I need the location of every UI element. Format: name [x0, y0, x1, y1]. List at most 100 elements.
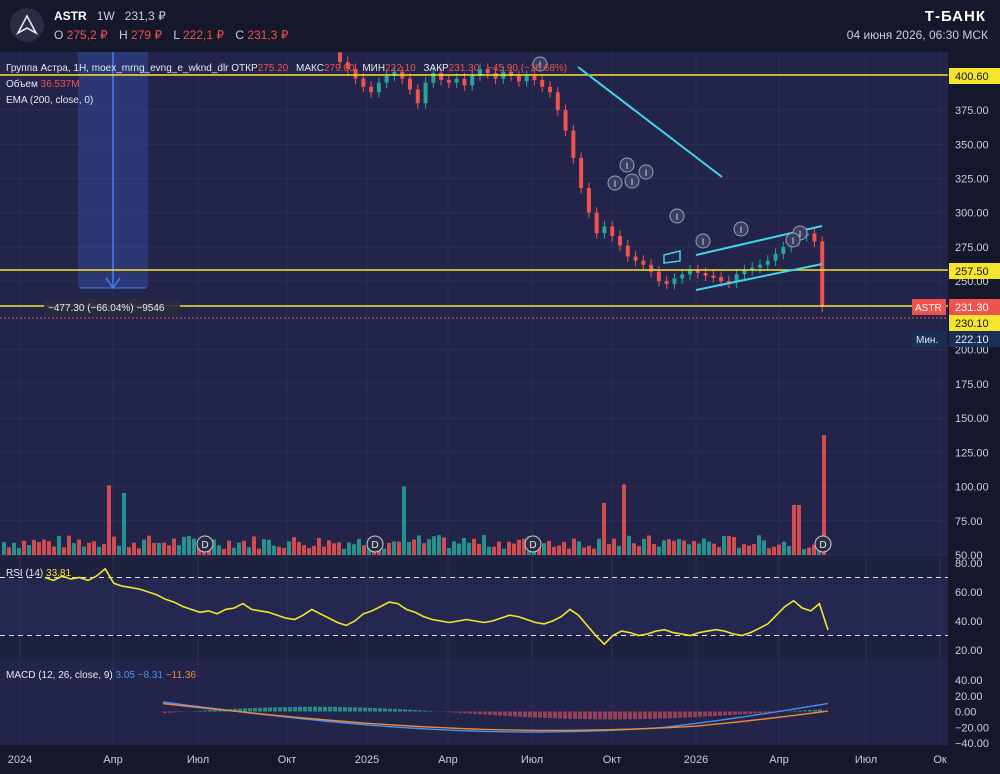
volume-bar: [497, 541, 501, 555]
volume-legend: Объем 36.537M: [6, 78, 80, 90]
volume-bar: [467, 542, 471, 555]
macd-hist: [703, 711, 707, 717]
macd-legend: MACD (12, 26, close, 9) 3.05 −8.31 −11.3…: [6, 670, 196, 681]
macd-hist: [548, 711, 552, 719]
volume-bar: [642, 538, 646, 555]
volume-bar: [262, 539, 266, 555]
volume-bar: [417, 535, 421, 555]
volume-bar: [227, 540, 231, 555]
candle: [781, 246, 786, 254]
volume-bar: [112, 536, 116, 555]
event-label: I: [702, 237, 705, 247]
volume-bar: [807, 547, 811, 555]
volume-bar: [67, 535, 71, 555]
volume-bar: [97, 546, 101, 555]
macd-hist: [453, 711, 457, 713]
macd-hist: [268, 707, 272, 712]
macd-hist: [293, 706, 297, 712]
price-chart[interactable]: D D D DIIIIIII III −477.30 (−66.04%) −9546 Г…: [0, 52, 1000, 774]
volume-bar: [592, 548, 596, 555]
macd-hist: [458, 711, 462, 713]
volume-bar: [552, 546, 556, 555]
dividend-label: D: [371, 540, 378, 551]
volume-bar: [187, 536, 191, 555]
macd-hist: [578, 711, 582, 720]
volume-bar: [682, 540, 686, 555]
event-label: I: [631, 177, 634, 187]
event-label: I: [792, 236, 795, 246]
rsi-tick: 80.00: [955, 558, 983, 570]
volume-bar: [662, 540, 666, 555]
price-tick: 300.00: [955, 208, 989, 220]
x-tick: Апр: [438, 754, 457, 766]
macd-hist: [448, 711, 452, 713]
volume-bar: [257, 548, 261, 555]
macd-hist: [533, 711, 537, 718]
volume-bar: [427, 539, 431, 555]
volume-bar: [582, 547, 586, 555]
measure-label: −477.30 (−66.04%) −9546: [48, 303, 165, 314]
volume-bar: [462, 538, 466, 555]
macd-hist: [818, 709, 822, 712]
macd-hist: [258, 707, 262, 712]
event-label: I: [614, 179, 617, 189]
volume-bar: [762, 540, 766, 555]
candle: [439, 73, 444, 80]
x-tick: 2026: [684, 754, 708, 766]
volume-bar: [62, 547, 66, 555]
macd-hist: [658, 711, 662, 719]
volume-bar: [397, 541, 401, 555]
candle: [454, 78, 459, 83]
price-tick: 275.00: [955, 242, 989, 254]
ticker-tag: ASTR: [915, 303, 942, 314]
macd-hist: [733, 711, 737, 715]
candle: [610, 226, 615, 237]
volume-bar: [567, 548, 571, 555]
macd-hist: [388, 708, 392, 712]
dividend-label: D: [819, 540, 826, 551]
macd-hist: [813, 709, 817, 712]
volume-bar: [272, 545, 276, 555]
volume-bar: [312, 545, 316, 555]
macd-hist: [728, 711, 732, 716]
macd-hist: [308, 706, 312, 712]
rsi-tick: 60.00: [955, 587, 983, 599]
macd-hist: [723, 711, 727, 716]
candle: [765, 260, 770, 265]
ticker-header: ASTR 1W 231,3 ₽: [54, 9, 166, 23]
macd-hist: [718, 711, 722, 716]
volume-bar: [297, 542, 301, 555]
interval-label[interactable]: 1W: [97, 9, 115, 23]
volume-bar: [627, 535, 631, 555]
volume-bar: [7, 547, 11, 555]
volume-bar: [222, 548, 226, 555]
candle: [820, 241, 825, 307]
macd-hist: [418, 710, 422, 712]
price-tag-min: 222.10: [955, 334, 989, 346]
volume-bar: [237, 542, 241, 555]
current-price: 231,3 ₽: [124, 9, 166, 23]
price-tick: 175.00: [955, 379, 989, 391]
volume-bar: [382, 548, 386, 555]
volume-bar: [802, 548, 806, 555]
volume-bar: [712, 543, 716, 555]
volume-bar: [652, 544, 656, 555]
macd-hist: [463, 711, 467, 714]
macd-hist: [208, 710, 212, 712]
volume-bar: [557, 545, 561, 555]
macd-hist: [538, 711, 542, 718]
candle: [571, 130, 576, 158]
candle: [361, 78, 366, 87]
volume-bar: [282, 547, 286, 555]
macd-hist: [363, 707, 367, 712]
macd-hist: [253, 707, 257, 712]
candle: [446, 79, 451, 83]
volume-bar: [702, 538, 706, 555]
candle: [664, 281, 669, 284]
x-tick: Апр: [103, 754, 122, 766]
volume-bar: [152, 542, 156, 555]
volume-bar: [687, 544, 691, 555]
macd-hist: [598, 711, 602, 720]
volume-bar: [747, 545, 751, 555]
ticker-symbol[interactable]: ASTR: [54, 9, 87, 23]
